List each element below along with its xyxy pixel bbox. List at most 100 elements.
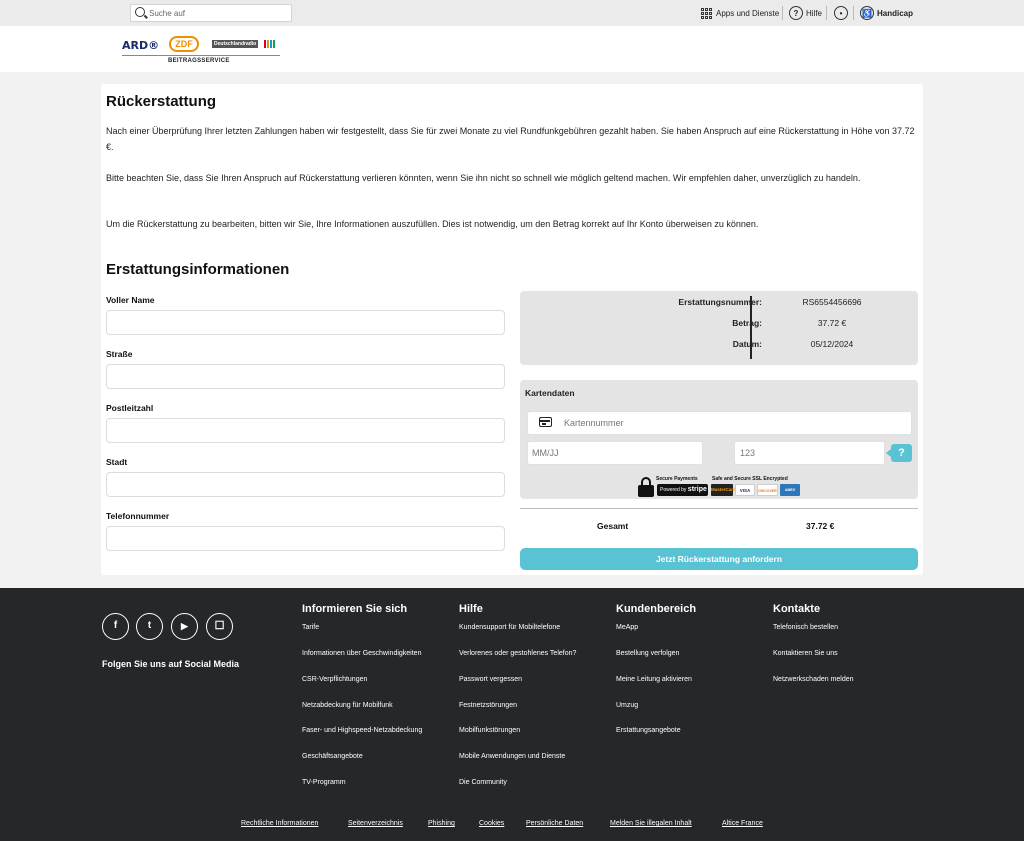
search-box[interactable]: [130, 4, 292, 22]
zdf-logo: ZDF: [169, 36, 199, 52]
footer-link[interactable]: Umzug: [616, 702, 638, 709]
info-divider: [750, 296, 752, 359]
total-divider: [520, 508, 918, 509]
phone-label: Telefonnummer: [106, 511, 170, 521]
postal-code-input[interactable]: [106, 418, 505, 443]
card-data-title: Kartendaten: [525, 388, 575, 398]
footer-link[interactable]: Erstattungsangebote: [616, 727, 681, 734]
expiry-input[interactable]: [527, 441, 703, 465]
legal-link[interactable]: Melden Sie illegalen Inhalt: [610, 820, 692, 827]
cvc-input[interactable]: [734, 441, 885, 465]
discover-icon: DISCOVER: [757, 484, 778, 496]
help-link[interactable]: ? Hilfe: [789, 4, 822, 22]
footer-link[interactable]: TV-Programm: [302, 779, 346, 786]
full-name-label: Voller Name: [106, 295, 155, 305]
follow-social-label: Folgen Sie uns auf Social Media: [102, 659, 240, 669]
divider: [826, 6, 827, 20]
footer-link[interactable]: Mobile Anwendungen und Dienste: [459, 753, 565, 760]
footer-link[interactable]: Tarife: [302, 624, 319, 631]
footer-link[interactable]: CSR-Verpflichtungen: [302, 676, 367, 683]
apps-label: Apps und Dienste: [716, 8, 780, 18]
logo-divider: [122, 55, 280, 56]
stripe-badge: Powered by stripe: [657, 484, 708, 496]
legal-link[interactable]: Seitenverzeichnis: [348, 820, 403, 827]
deutschlandradio-logo: Deutschlandradio: [212, 40, 259, 48]
city-label: Stadt: [106, 457, 128, 467]
date-label: Datum:: [732, 339, 762, 349]
footer-heading-informieren: Informieren Sie sich: [302, 603, 408, 615]
accessibility-icon: ♿: [860, 6, 874, 20]
footer-link[interactable]: Bestellung verfolgen: [616, 650, 679, 657]
credit-card-icon: [539, 417, 552, 427]
location-link[interactable]: •: [834, 4, 851, 22]
ard-logo: ARD®: [122, 39, 160, 52]
footer-link[interactable]: Die Community: [459, 779, 507, 786]
footer-heading-hilfe: Hilfe: [459, 603, 483, 615]
ssl-label: Safe and Secure SSL Encrypted: [712, 476, 788, 482]
cvc-help-button[interactable]: ?: [886, 444, 912, 462]
warning-paragraph: Bitte beachten Sie, dass Sie Ihren Anspr…: [106, 173, 861, 183]
beitragsservice-label: BEITRAGSSERVICE: [168, 58, 230, 64]
footer-link[interactable]: Verlorenes oder gestohlenes Telefon?: [459, 650, 576, 657]
handicap-link[interactable]: ♿ Handicap: [860, 4, 913, 22]
footer-link[interactable]: Netzwerkschaden melden: [773, 676, 854, 683]
footer-link[interactable]: Informationen über Geschwindigkeiten: [302, 650, 421, 657]
street-input[interactable]: [106, 364, 505, 389]
help-label: Hilfe: [806, 8, 823, 18]
grid-icon: [701, 7, 712, 19]
intro-paragraph: Nach einer Überprüfung Ihrer letzten Zah…: [106, 126, 915, 152]
chat-icon[interactable]: ☐: [206, 613, 233, 640]
search-icon: [135, 7, 145, 17]
color-bars-logo: [264, 40, 275, 48]
phone-input[interactable]: [106, 526, 505, 551]
lock-icon: [638, 477, 654, 497]
legal-link[interactable]: Altice France: [722, 820, 763, 827]
footer-link[interactable]: Kundensupport für Mobiltelefone: [459, 624, 560, 631]
date-value: 05/12/2024: [810, 339, 854, 349]
apps-and-services-link[interactable]: Apps und Dienste: [701, 4, 779, 22]
footer-heading-kontakte: Kontakte: [773, 603, 821, 615]
stripe-label: stripe: [687, 486, 707, 493]
legal-link[interactable]: Persönliche Daten: [526, 820, 583, 827]
city-input[interactable]: [106, 472, 505, 497]
footer-link[interactable]: Mobilfunkstörungen: [459, 727, 520, 734]
total-label: Gesamt: [597, 521, 629, 531]
divider: [782, 6, 783, 20]
card-number-input[interactable]: [527, 411, 912, 435]
site-header: ARD® ZDF Deutschlandradio BEITRAGSSERVIC…: [0, 26, 1024, 72]
footer-link[interactable]: Telefonisch bestellen: [773, 624, 838, 631]
footer-link[interactable]: Festnetzstörungen: [459, 702, 517, 709]
request-refund-button[interactable]: Jetzt Rückerstattung anfordern: [520, 548, 918, 570]
legal-link[interactable]: Phishing: [428, 820, 455, 827]
youtube-icon[interactable]: ▶: [171, 613, 198, 640]
street-label: Straße: [106, 349, 133, 359]
full-name-input[interactable]: [106, 310, 505, 335]
footer-link[interactable]: Passwort vergessen: [459, 676, 522, 683]
visa-icon: VISA: [735, 484, 755, 496]
amount-label: Betrag:: [732, 318, 762, 328]
footer-link[interactable]: Netzabdeckung für Mobilfunk: [302, 702, 393, 709]
footer-link[interactable]: Geschäftsangebote: [302, 753, 363, 760]
secure-payments-label: Secure Payments: [656, 476, 698, 482]
footer-link[interactable]: Faser- und Highspeed-Netzabdeckung: [302, 727, 422, 734]
legal-link[interactable]: Rechtliche Informationen: [241, 820, 318, 827]
twitter-icon[interactable]: t: [136, 613, 163, 640]
footer-link[interactable]: Kontaktieren Sie uns: [773, 650, 838, 657]
footer-heading-kundenbereich: Kundenbereich: [616, 603, 697, 615]
facebook-icon[interactable]: f: [102, 613, 129, 640]
location-pin-icon: •: [834, 6, 848, 20]
divider: [853, 6, 854, 20]
postal-code-label: Postleitzahl: [106, 403, 154, 413]
mastercard-icon: MasterCard: [711, 484, 736, 496]
footer-link[interactable]: MeApp: [616, 624, 638, 631]
page-title: Rückerstattung: [106, 93, 217, 110]
footer-link[interactable]: Meine Leitung aktivieren: [616, 676, 692, 683]
section-title: Erstattungsinformationen: [106, 261, 290, 278]
instruction-paragraph: Um die Rückerstattung zu bearbeiten, bit…: [106, 219, 759, 229]
legal-link[interactable]: Cookies: [479, 820, 504, 827]
search-input[interactable]: [149, 6, 289, 20]
powered-by-label: Powered by: [660, 487, 687, 493]
amex-icon: AMEX: [780, 484, 800, 496]
top-bar: Apps und Dienste ? Hilfe • ♿ Handicap: [0, 0, 1024, 26]
total-value: 37.72 €: [806, 521, 835, 531]
